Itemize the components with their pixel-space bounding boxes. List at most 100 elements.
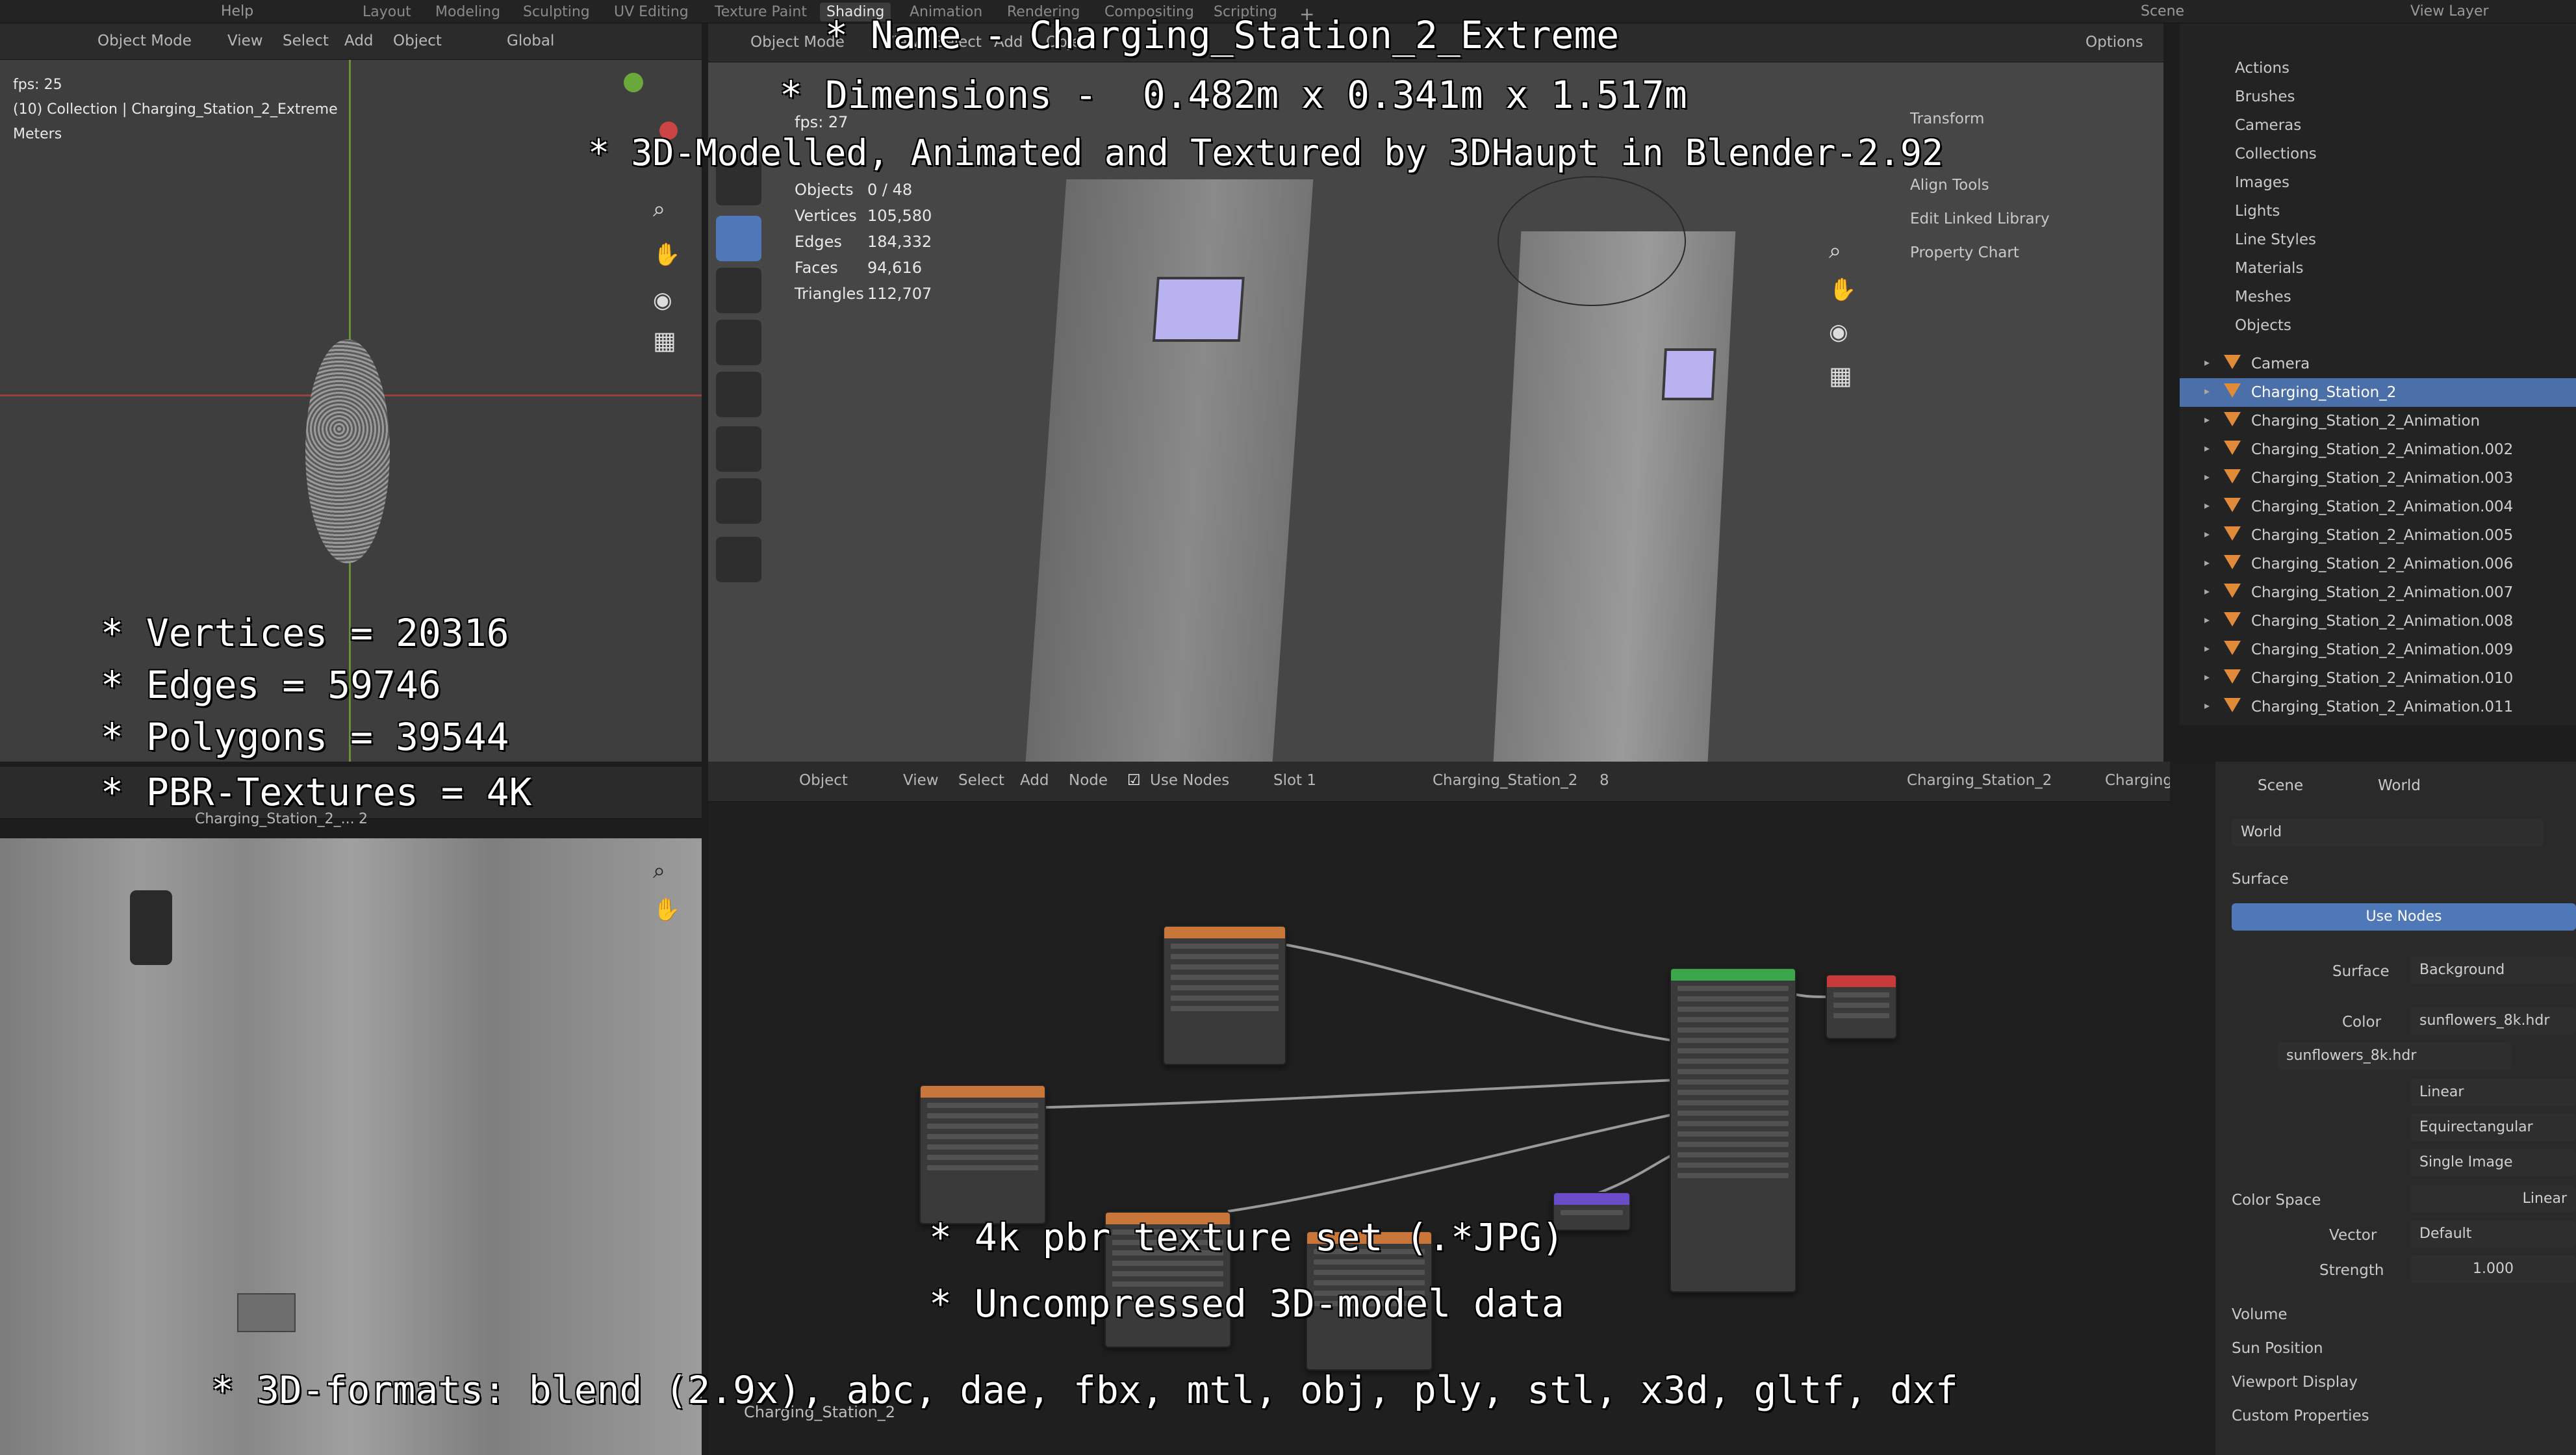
prop-tab-scene[interactable]: Scene xyxy=(2258,777,2303,794)
expand-arrow-icon[interactable]: ▸ xyxy=(2204,699,2210,712)
outliner-meshes[interactable]: Meshes xyxy=(2235,289,2291,305)
workspace-tab-sculpting[interactable]: Sculpting xyxy=(516,3,596,21)
camera-view-icon[interactable]: ◉ xyxy=(653,287,672,313)
outliner-object-row[interactable]: ▸ Camera xyxy=(2180,350,2576,378)
expand-arrow-icon[interactable]: ▸ xyxy=(2204,528,2210,540)
section-sun-position[interactable]: Sun Position xyxy=(2232,1340,2323,1357)
outliner-brushes[interactable]: Brushes xyxy=(2235,88,2295,105)
menu-help[interactable]: Help xyxy=(221,3,253,19)
pan-hand-icon[interactable]: ✋ xyxy=(653,242,680,268)
world-name-field[interactable]: World xyxy=(2232,819,2544,846)
texture-image-canvas[interactable]: ⌕ ✋ xyxy=(0,838,702,1455)
section-custom-properties[interactable]: Custom Properties xyxy=(2232,1408,2369,1424)
outliner-collections[interactable]: Collections xyxy=(2235,146,2317,162)
outliner-object-row[interactable]: ▸ Charging_Station_2_Animation.010 xyxy=(2180,664,2576,693)
workspace-tab-uv-editing[interactable]: UV Editing xyxy=(607,3,695,21)
zoom-icon[interactable]: ⌕ xyxy=(653,196,665,222)
section-viewport-display[interactable]: Viewport Display xyxy=(2232,1374,2358,1391)
expand-arrow-icon[interactable]: ▸ xyxy=(2204,585,2210,597)
grid-view-icon-center[interactable]: ▦ xyxy=(1829,361,1852,390)
menu-select[interactable]: Select xyxy=(283,32,329,49)
image-name-field-prop[interactable]: sunflowers_8k.hdr xyxy=(2277,1042,2511,1070)
slot-selector[interactable]: Slot 1 xyxy=(1273,772,1316,789)
move-tool-icon[interactable] xyxy=(716,216,761,261)
object-data-field-2[interactable]: Charging_ xyxy=(2105,772,2180,789)
pan-hand-icon-image[interactable]: ✋ xyxy=(653,897,680,923)
expand-arrow-icon[interactable]: ▸ xyxy=(2204,671,2210,683)
image-texture-node-2[interactable] xyxy=(919,1085,1046,1224)
pan-hand-icon-center[interactable]: ✋ xyxy=(1829,277,1856,303)
outliner-object-row[interactable]: ▸ Charging_Station_2_Animation.003 xyxy=(2180,464,2576,493)
camera-view-icon-center[interactable]: ◉ xyxy=(1829,319,1848,345)
use-nodes-button[interactable]: Use Nodes xyxy=(2232,903,2576,931)
workspace-tab-layout[interactable]: Layout xyxy=(356,3,418,21)
outliner-object-row[interactable]: ▸ Charging_Station_2_Animation.004 xyxy=(2180,493,2576,521)
expand-arrow-icon[interactable]: ▸ xyxy=(2204,613,2210,626)
outliner-objects[interactable]: Objects xyxy=(2235,317,2291,334)
outliner-materials[interactable]: Materials xyxy=(2235,260,2303,277)
sidebar-align-tools[interactable]: Align Tools xyxy=(1910,177,1989,194)
strength-field[interactable]: 1.000 xyxy=(2410,1255,2576,1283)
grid-view-icon[interactable]: ▦ xyxy=(653,326,676,355)
outliner-object-row[interactable]: ▸ Charging_Station_2_Animation.007 xyxy=(2180,578,2576,607)
outliner-actions[interactable]: Actions xyxy=(2235,60,2289,77)
object-top-view[interactable] xyxy=(305,339,390,563)
zoom-icon-image[interactable]: ⌕ xyxy=(653,858,665,884)
expand-arrow-icon[interactable]: ▸ xyxy=(2204,642,2210,654)
outliner-line-styles[interactable]: Line Styles xyxy=(2235,231,2316,248)
zoom-icon-center[interactable]: ⌕ xyxy=(1829,238,1841,264)
material-name-field[interactable]: Charging_Station_2 xyxy=(1433,772,1577,789)
interpolation-dropdown[interactable]: Linear xyxy=(2410,1079,2576,1106)
outliner-object-row[interactable]: ▸ Charging_Station_2_Animation.009 xyxy=(2180,636,2576,664)
expand-arrow-icon[interactable]: ▸ xyxy=(2204,413,2210,426)
outliner-cameras[interactable]: Cameras xyxy=(2235,117,2301,134)
image-texture-node-1[interactable] xyxy=(1163,925,1286,1065)
scene-selector[interactable]: Scene xyxy=(2141,3,2184,19)
projection-dropdown[interactable]: Equirectangular xyxy=(2410,1114,2576,1141)
node-menu-add[interactable]: Add xyxy=(1020,772,1049,789)
expand-arrow-icon[interactable]: ▸ xyxy=(2204,356,2210,368)
outliner-lights[interactable]: Lights xyxy=(2235,203,2280,220)
expand-arrow-icon[interactable]: ▸ xyxy=(2204,442,2210,454)
view-layer-selector[interactable]: View Layer xyxy=(2410,3,2489,19)
menu-object[interactable]: Object xyxy=(393,32,442,49)
node-object-selector[interactable]: Object xyxy=(799,772,848,789)
add-cube-tool-icon[interactable] xyxy=(716,537,761,582)
mode-selector[interactable]: Object Mode xyxy=(97,32,192,49)
node-menu-select[interactable]: Select xyxy=(958,772,1004,789)
gizmo-y-axis[interactable] xyxy=(624,73,643,92)
sidebar-edit-linked-library[interactable]: Edit Linked Library xyxy=(1910,211,2050,227)
vector-field[interactable]: Default xyxy=(2410,1220,2576,1248)
outliner-object-row[interactable]: ▸ Charging_Station_2_Animation.006 xyxy=(2180,550,2576,578)
material-output-node[interactable] xyxy=(1826,974,1897,1039)
charging-station-model-side[interactable] xyxy=(1493,231,1736,762)
node-editor-canvas[interactable]: Charging_Station_2 xyxy=(708,802,2170,1455)
sidebar-transform[interactable]: Transform xyxy=(1910,110,1984,127)
transform-tool-icon[interactable] xyxy=(716,372,761,417)
object-data-field[interactable]: Charging_Station_2 xyxy=(1907,772,2052,789)
source-dropdown[interactable]: Single Image xyxy=(2410,1149,2576,1176)
principled-bsdf-node[interactable] xyxy=(1670,968,1796,1293)
section-volume[interactable]: Volume xyxy=(2232,1306,2288,1323)
outliner-object-row[interactable]: ▸ Charging_Station_2_Animation.005 xyxy=(2180,521,2576,550)
color-space-dropdown[interactable]: Linear xyxy=(2410,1185,2576,1213)
prop-tab-world[interactable]: World xyxy=(2378,777,2421,794)
options-button[interactable]: Options xyxy=(2085,34,2143,51)
expand-arrow-icon[interactable]: ▸ xyxy=(2204,499,2210,511)
sidebar-property-chart[interactable]: Property Chart xyxy=(1910,244,2019,261)
node-menu-view[interactable]: View xyxy=(903,772,939,789)
surface-value-field[interactable]: Background xyxy=(2410,957,2576,984)
workspace-tab-texture-paint[interactable]: Texture Paint xyxy=(708,3,813,21)
menu-view[interactable]: View xyxy=(227,32,263,49)
charging-station-model-front[interactable] xyxy=(1025,179,1314,762)
node-menu-node[interactable]: Node xyxy=(1069,772,1108,789)
color-value-field[interactable]: sunflowers_8k.hdr xyxy=(2410,1007,2576,1035)
annotate-tool-icon[interactable] xyxy=(716,426,761,472)
outliner-images[interactable]: Images xyxy=(2235,174,2289,191)
outliner-object-row[interactable]: ▸ Charging_Station_2_Animation.008 xyxy=(2180,607,2576,636)
outliner-object-row[interactable]: ▸ Charging_Station_2_Animation.011 xyxy=(2180,693,2576,721)
expand-arrow-icon[interactable]: ▸ xyxy=(2204,385,2210,397)
section-surface[interactable]: Surface xyxy=(2232,871,2289,888)
navigation-gizmo[interactable] xyxy=(624,73,682,140)
use-nodes-checkbox[interactable]: ☑ xyxy=(1127,772,1141,789)
